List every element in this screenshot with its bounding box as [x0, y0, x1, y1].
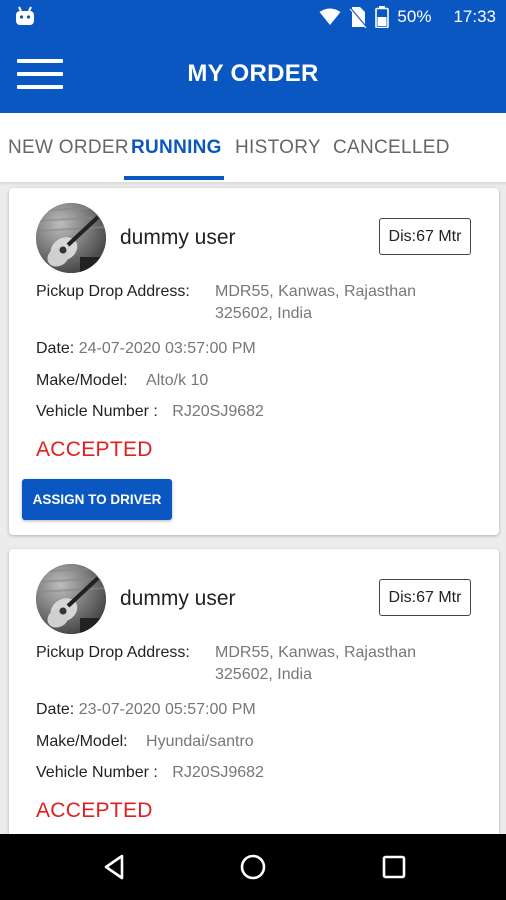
make-model-label: Make/Model: — [36, 372, 128, 389]
assign-to-driver-button[interactable]: ASSIGN TO DRIVER — [22, 479, 172, 520]
page-title: MY ORDER — [187, 60, 319, 87]
tab-cancelled[interactable]: CANCELLED — [333, 137, 450, 159]
date-value: 24-07-2020 03:57:00 PM — [78, 340, 256, 357]
android-icon — [16, 6, 34, 25]
vehicle-number-value: RJ20SJ9682 — [172, 764, 264, 781]
no-sim-icon — [349, 7, 368, 28]
make-model-row: Make/Model: Alto/k 10 — [36, 372, 208, 390]
tab-history[interactable]: HISTORY — [235, 137, 321, 159]
tab-bar-shadow — [0, 182, 506, 186]
status-bar: 50% 17:33 — [0, 0, 506, 34]
make-model-row: Make/Model: Hyundai/santro — [36, 733, 254, 751]
user-name: dummy user — [120, 587, 236, 610]
date-label: Date: — [36, 340, 75, 357]
vehicle-number-row: Vehicle Number : RJ20SJ9682 — [36, 764, 264, 782]
screen: 50% 17:33 MY ORDER NEW ORDER RUNNING HIS… — [0, 0, 506, 900]
vehicle-number-value: RJ20SJ9682 — [172, 403, 264, 420]
wifi-icon — [319, 8, 341, 25]
address-value: MDR55, Kanwas, Rajasthan 325602, India — [215, 281, 455, 325]
user-name: dummy user — [120, 226, 236, 249]
vehicle-number-row: Vehicle Number : RJ20SJ9682 — [36, 403, 264, 421]
distance-badge: Dis:67 Mtr — [379, 579, 471, 616]
clock: 17:33 — [453, 7, 496, 26]
address-label: Pickup Drop Address: — [36, 283, 190, 300]
make-model-value: Alto/k 10 — [146, 372, 209, 389]
date-row: Date: 23-07-2020 05:57:00 PM — [36, 701, 256, 719]
address-value: MDR55, Kanwas, Rajasthan 325602, India — [215, 642, 455, 686]
battery-icon — [375, 6, 390, 28]
vehicle-number-label: Vehicle Number : — [36, 403, 158, 420]
address-line-2: 325602, India — [215, 305, 312, 322]
make-model-value: Hyundai/santro — [146, 733, 254, 750]
distance-badge: Dis:67 Mtr — [379, 218, 471, 255]
date-row: Date: 24-07-2020 03:57:00 PM — [36, 340, 256, 358]
avatar — [36, 564, 106, 634]
home-circle-icon[interactable] — [238, 852, 268, 882]
date-value: 23-07-2020 05:57:00 PM — [78, 701, 256, 718]
address-line-1: MDR55, Kanwas, Rajasthan — [215, 644, 416, 661]
guitar-photo-icon — [36, 203, 106, 273]
order-status: ACCEPTED — [36, 438, 153, 461]
tab-new-order[interactable]: NEW ORDER — [8, 137, 129, 159]
active-tab-indicator — [124, 176, 224, 180]
order-status: ACCEPTED — [36, 799, 153, 822]
make-model-label: Make/Model: — [36, 733, 128, 750]
tab-bar: NEW ORDER RUNNING HISTORY CANCELLED — [0, 113, 506, 182]
battery-percent: 50% — [397, 7, 432, 26]
date-label: Date: — [36, 701, 75, 718]
tab-running[interactable]: RUNNING — [131, 137, 222, 159]
vehicle-number-label: Vehicle Number : — [36, 764, 158, 781]
order-card[interactable]: dummy user Dis:67 Mtr Pickup Drop Addres… — [9, 549, 499, 849]
order-card[interactable]: dummy user Dis:67 Mtr Pickup Drop Addres… — [9, 188, 499, 535]
address-label: Pickup Drop Address: — [36, 644, 190, 661]
avatar — [36, 203, 106, 273]
address-line-1: MDR55, Kanwas, Rajasthan — [215, 283, 416, 300]
app-bar: MY ORDER — [0, 34, 506, 113]
recents-square-icon[interactable] — [379, 852, 409, 882]
system-nav-bar — [0, 834, 506, 900]
address-line-2: 325602, India — [215, 666, 312, 683]
back-triangle-icon[interactable] — [100, 852, 130, 882]
guitar-photo-icon — [36, 564, 106, 634]
